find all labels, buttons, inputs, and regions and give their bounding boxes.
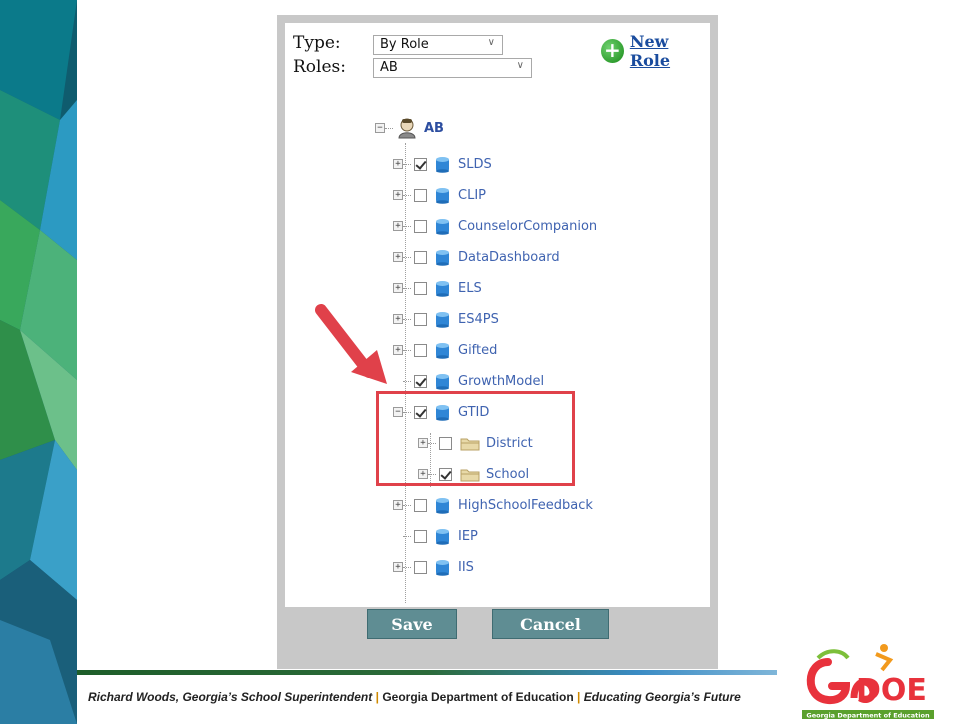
tree-item: + CLIP — [393, 184, 486, 206]
database-icon — [436, 559, 449, 576]
tree-connector — [403, 349, 411, 351]
footer-text: Richard Woods, Georgia’s School Superint… — [88, 690, 741, 704]
tree-item-checkbox[interactable] — [414, 157, 427, 171]
tree-item-label[interactable]: ES4PS — [458, 312, 499, 327]
logo-subtext: Georgia Department of Education — [806, 712, 930, 720]
tree-item: + CounselorCompanion — [393, 215, 597, 237]
tree-item-checkbox[interactable] — [414, 560, 427, 574]
gadoe-logo: DOE Georgia Department of Education — [802, 644, 934, 720]
expand-icon[interactable]: + — [393, 283, 403, 293]
database-icon — [436, 311, 449, 328]
annotation-arrow — [315, 304, 387, 384]
database-icon — [436, 280, 449, 297]
tree-item-label[interactable]: IEP — [458, 529, 478, 544]
tree-connector — [403, 256, 411, 258]
tree-item-label[interactable]: CLIP — [458, 188, 486, 203]
collapse-icon[interactable]: − — [375, 123, 385, 133]
highlight-box — [376, 391, 575, 486]
tree-connector — [403, 318, 411, 320]
tree-item-checkbox[interactable] — [414, 498, 427, 512]
tree-connector — [403, 535, 411, 537]
database-icon — [436, 249, 449, 266]
tree-item-checkbox[interactable] — [414, 312, 427, 326]
tree-connector — [403, 287, 411, 289]
tree-item-label[interactable]: HighSchoolFeedback — [458, 498, 593, 513]
tree-connector — [403, 566, 411, 568]
tree-item: GrowthModel — [393, 370, 544, 392]
tree-item-label[interactable]: DataDashboard — [458, 250, 560, 265]
database-icon — [436, 218, 449, 235]
tree-connector — [403, 380, 411, 382]
tree-item: + SLDS — [393, 153, 492, 175]
expand-icon[interactable]: + — [393, 190, 403, 200]
footer-divider — [77, 670, 777, 675]
tree-root: − AB — [375, 117, 444, 139]
tree-item: IEP — [393, 525, 478, 547]
tree-item: + ES4PS — [393, 308, 499, 330]
tree-item-checkbox[interactable] — [414, 250, 427, 264]
expand-icon[interactable]: + — [393, 562, 403, 572]
tree-item-label[interactable]: Gifted — [458, 343, 497, 358]
expand-icon[interactable]: + — [393, 221, 403, 231]
tree-root-label[interactable]: AB — [424, 121, 444, 136]
tree-item-checkbox[interactable] — [414, 219, 427, 233]
svg-text:DOE: DOE — [856, 673, 927, 708]
tree-item-label[interactable]: CounselorCompanion — [458, 219, 597, 234]
tree-item-checkbox[interactable] — [414, 529, 427, 543]
save-button[interactable]: Save — [367, 609, 457, 639]
expand-icon[interactable]: + — [393, 159, 403, 169]
user-icon — [398, 118, 416, 139]
expand-icon[interactable]: + — [393, 252, 403, 262]
tree-connector — [403, 504, 411, 506]
footer-superintendent: Richard Woods, Georgia’s School Superint… — [88, 690, 373, 704]
database-icon — [436, 187, 449, 204]
tree-item: + IIS — [393, 556, 474, 578]
footer-tagline: Educating Georgia’s Future — [583, 690, 741, 704]
database-icon — [436, 528, 449, 545]
expand-icon[interactable]: + — [393, 500, 403, 510]
tree-connector — [403, 194, 411, 196]
tree-connector — [403, 163, 411, 165]
database-icon — [436, 156, 449, 173]
tree-item-checkbox[interactable] — [414, 374, 427, 388]
tree-item: + DataDashboard — [393, 246, 560, 268]
tree-item-label[interactable]: ELS — [458, 281, 482, 296]
database-icon — [436, 497, 449, 514]
footer-separator: | — [577, 690, 581, 704]
database-icon — [436, 373, 449, 390]
footer-separator: | — [375, 690, 379, 704]
decorative-side-band — [0, 0, 77, 724]
tree-item: + Gifted — [393, 339, 497, 361]
tree-item-checkbox[interactable] — [414, 343, 427, 357]
tree-item-label[interactable]: IIS — [458, 560, 474, 575]
footer-department: Georgia Department of Education — [382, 690, 574, 704]
tree-connector — [403, 225, 411, 227]
tree-item: + HighSchoolFeedback — [393, 494, 593, 516]
cancel-button[interactable]: Cancel — [492, 609, 609, 639]
tree-item-checkbox[interactable] — [414, 188, 427, 202]
tree-item-label[interactable]: SLDS — [458, 157, 492, 172]
tree-item-checkbox[interactable] — [414, 281, 427, 295]
tree-item-label[interactable]: GrowthModel — [458, 374, 544, 389]
database-icon — [436, 342, 449, 359]
tree-item: + ELS — [393, 277, 482, 299]
